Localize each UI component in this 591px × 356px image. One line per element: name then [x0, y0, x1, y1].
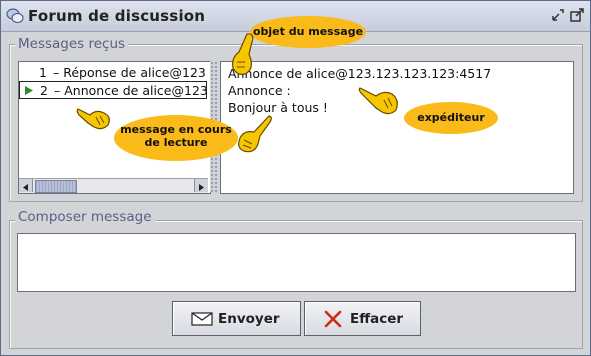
compose-textarea[interactable]: [17, 233, 576, 292]
annotation-sender-bubble: expéditeur: [404, 102, 498, 134]
maximize-icon[interactable]: [569, 7, 585, 23]
pointing-hand-icon: [76, 108, 110, 130]
list-item-label: – Réponse de alice@123.: [53, 65, 207, 80]
clear-x-icon: [324, 310, 342, 328]
clear-button-label: Effacer: [350, 311, 404, 327]
selected-arrow-icon: [25, 86, 33, 95]
annotation-subject-text: objet du message: [252, 25, 364, 38]
annotation-subject-bubble: objet du message: [250, 16, 366, 48]
pointing-hand-icon: [232, 33, 254, 75]
app-icon: [6, 8, 24, 23]
compose-legend: Composer message: [15, 209, 155, 225]
list-item-selected[interactable]: 2 – Annonce de alice@123.: [19, 81, 207, 99]
list-item-label: – Annonce de alice@123.: [54, 83, 207, 98]
annotation-sender-text: expéditeur: [417, 111, 485, 124]
message-view[interactable]: Annonce de alice@123.123.123.123:4517 An…: [220, 61, 574, 194]
annotation-current-bubble: message en cours de lecture: [114, 115, 238, 161]
list-item[interactable]: 1 – Réponse de alice@123.: [19, 64, 207, 82]
pointing-hand-icon: [238, 115, 272, 153]
forum-window: Forum de discussion Messages reçus 1 – R…: [0, 0, 591, 356]
scroll-left-button[interactable]: [19, 179, 33, 192]
send-button[interactable]: Envoyer: [172, 301, 301, 336]
arrow-right-icon: [199, 184, 204, 191]
pointing-hand-icon: [358, 87, 398, 115]
annotation-current-line1: message en cours: [120, 123, 232, 136]
message-subject: Annonce :: [228, 83, 291, 98]
send-button-label: Envoyer: [218, 311, 280, 327]
annotation-current-line2: de lecture: [144, 136, 208, 149]
envelope-icon: [191, 312, 213, 326]
clear-button[interactable]: Effacer: [304, 301, 421, 336]
window-title: Forum de discussion: [28, 7, 206, 25]
scroll-thumb[interactable]: [35, 180, 77, 193]
minimize-icon[interactable]: [550, 7, 566, 23]
message-header: Annonce de alice@123.123.123.123:4517: [228, 66, 492, 81]
scroll-right-button[interactable]: [194, 179, 208, 192]
horizontal-scrollbar[interactable]: [19, 178, 208, 193]
message-body: Bonjour à tous !: [228, 100, 328, 115]
list-item-number: 2: [40, 83, 48, 98]
arrow-left-icon: [23, 184, 28, 191]
list-item-number: 1: [39, 65, 47, 80]
received-legend: Messages reçus: [15, 36, 129, 52]
